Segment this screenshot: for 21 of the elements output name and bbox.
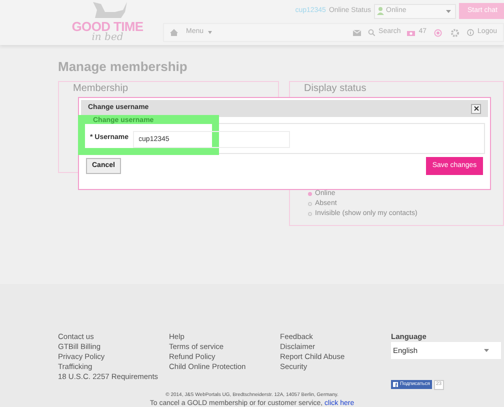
card-title: Membership: [73, 83, 130, 94]
page-title: Manage membership: [58, 59, 188, 75]
caret-icon: [484, 349, 489, 352]
camera-icon: [406, 30, 415, 36]
radio-button[interactable]: [308, 212, 312, 216]
close-icon: [474, 106, 478, 111]
mail-icon[interactable]: [352, 30, 361, 36]
circle-icon[interactable]: [434, 28, 442, 36]
radio-button[interactable]: [308, 192, 312, 196]
facebook-icon: [393, 382, 398, 388]
person-icon: [377, 7, 384, 15]
info-icon: [466, 29, 474, 36]
caret-icon: [446, 10, 451, 12]
logo-text: GOOD TIME: [72, 20, 144, 33]
close-button[interactable]: [471, 104, 481, 114]
radio-button[interactable]: [308, 202, 312, 206]
card-title: Display status: [304, 83, 368, 94]
home-icon[interactable]: [170, 29, 178, 36]
logo-tagline: in bed: [92, 33, 124, 43]
caret-icon: [208, 31, 212, 34]
search-icon: [368, 29, 375, 36]
